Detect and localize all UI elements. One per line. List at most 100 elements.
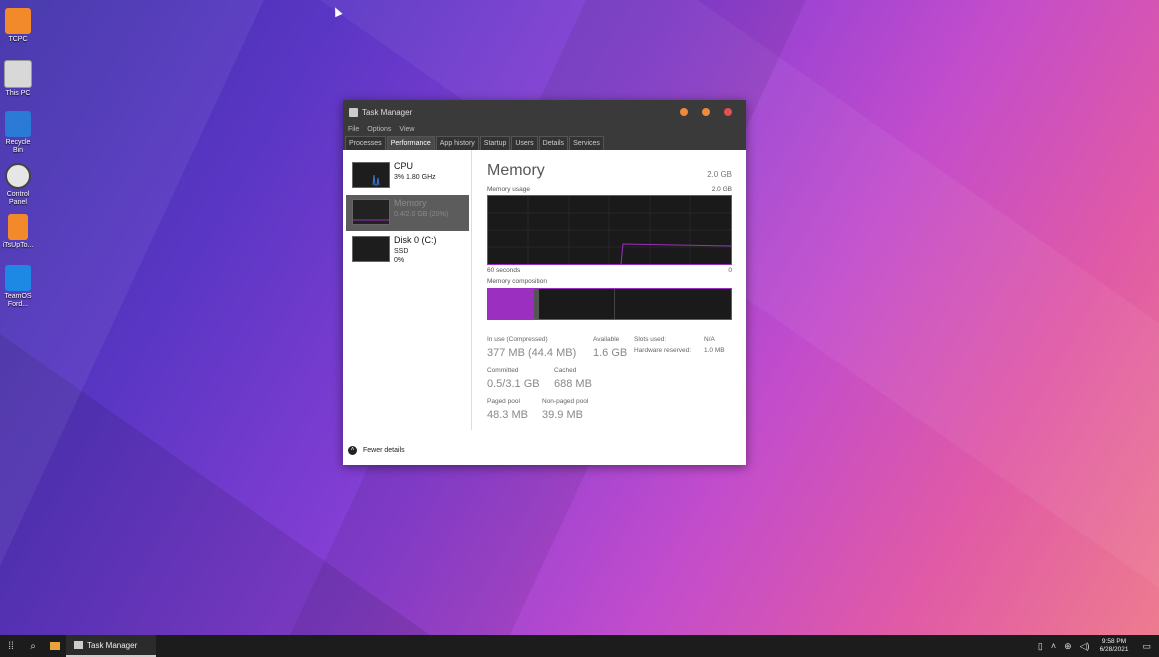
chevron-up-icon[interactable]: ˄ [1051,641,1056,651]
desktop-icon-recycle-bin[interactable]: Recycle Bin [2,111,34,155]
sidebar-item-memory[interactable]: Memory 0.4/2.0 GB (20%) [346,195,469,231]
sidebar-item-disk[interactable]: Disk 0 (C:) SSD 0% [346,232,469,268]
in-use-label: In use (Compressed) [487,336,548,343]
tab-users[interactable]: Users [511,136,538,150]
cpu-sparkline [372,174,380,186]
tab-services[interactable]: Services [569,136,604,150]
mouse-cursor [331,5,343,18]
desktop-icon-label: Recycle Bin [5,139,31,154]
computer-icon [4,60,32,88]
time-left-label: 60 seconds [487,267,521,274]
tab-processes[interactable]: Processes [345,136,386,150]
task-manager-icon [349,107,358,117]
settings-gear-icon [5,265,31,291]
committed-value: 0.5/3.1 GB [487,378,540,390]
desktop-icon-label: Control Panel [6,191,30,206]
task-manager-window: Task Manager File Options View Processes… [343,100,746,465]
memory-sparkline [353,219,389,221]
committed-label: Committed [487,367,519,374]
memory-composition-bar [487,288,732,320]
slots-value: N/A [704,336,715,343]
paged-pool-value: 48.3 MB [487,409,528,421]
menu-options[interactable]: Options [367,124,391,135]
desktop-icon-teamos[interactable]: TeamOS Ford... [2,265,34,309]
search-icon[interactable]: ⌕ [22,635,44,657]
desktop-icon-itsupto[interactable]: iTsUpTo... [2,214,34,250]
paged-pool-label: Paged pool [487,398,520,405]
available-label: Available [593,336,620,343]
desktop-icon-this-pc[interactable]: This PC [2,60,34,98]
slots-label: Slots used: [634,336,667,343]
menu-view[interactable]: View [399,124,414,135]
cached-value: 688 MB [554,378,592,390]
hw-reserved-value: 1.0 MB [704,347,725,354]
menu-bar: File Options View [343,124,746,135]
recycle-bin-icon [5,111,31,137]
sidebar-item-cpu[interactable]: CPU 3% 1.80 GHz [346,158,469,194]
time-right-label: 0 [728,267,732,274]
resource-sidebar: CPU 3% 1.80 GHz Memory 0.4/2.0 GB (20%) … [343,150,472,430]
clock-time: 9:58 PM [1101,638,1127,645]
tab-startup[interactable]: Startup [479,136,511,150]
tab-app-history[interactable]: App history [435,136,479,150]
tab-details[interactable]: Details [538,136,569,150]
memory-title: Memory [487,162,545,179]
composition-in-use [488,289,534,319]
sidebar-item-label: Memory [394,198,427,208]
clock-date: 6/28/2021 [1099,646,1129,653]
fewer-details-label: Fewer details [363,447,405,454]
disk-thumbnail-graph [352,236,390,262]
title-bar[interactable]: Task Manager [343,100,746,124]
window-title: Task Manager [362,107,413,117]
available-value: 1.6 GB [593,347,628,359]
network-icon[interactable]: ⊕ [1064,641,1072,652]
memory-usage-max: 2.0 GB [711,186,732,193]
notification-icon[interactable]: ▭ [1142,641,1151,652]
desktop-icon-label: iTsUpTo... [2,242,34,249]
taskbar-app-label: Task Manager [87,640,138,650]
memory-usage-label: Memory usage [487,186,530,193]
cpu-thumbnail-graph [352,162,390,188]
clock[interactable]: 9:58 PM 6/28/2021 [1100,638,1129,654]
sidebar-item-sub: 0% [394,257,405,264]
sidebar-item-label: Disk 0 (C:) [394,235,437,245]
menu-file[interactable]: File [348,124,359,135]
desktop-icon-label: TCPC [8,36,28,43]
cached-label: Cached [554,367,577,374]
battery-icon[interactable]: ▯ [1038,641,1043,652]
nonpaged-pool-label: Non-paged pool [542,398,589,405]
chevron-up-icon: ˄ [348,446,357,455]
tab-performance[interactable]: Performance [386,136,435,150]
performance-content: CPU 3% 1.80 GHz Memory 0.4/2.0 GB (20%) … [343,150,746,465]
desktop-icon-control-panel[interactable]: Control Panel [2,163,34,207]
composition-standby [539,289,615,319]
in-use-value: 377 MB (44.4 MB) [487,347,577,359]
memory-usage-chart [488,196,732,265]
document-icon [8,214,28,240]
taskbar-task-manager[interactable]: Task Manager [66,635,156,657]
system-tray: ▯ ˄ ⊕ ◁) 9:58 PM 6/28/2021 ▭ [1034,635,1159,657]
hw-reserved-label: Hardware reserved: [634,347,692,354]
gear-icon [5,163,31,189]
memory-usage-graph [487,195,732,265]
minimize-button[interactable] [680,108,688,116]
start-icon[interactable]: ⁞⁞ [0,635,22,657]
memory-thumbnail-graph [352,199,390,225]
desktop-icon-label: This PC [5,90,31,97]
maximize-button[interactable] [702,108,710,116]
fewer-details-button[interactable]: ˄ Fewer details [348,446,405,455]
nonpaged-pool-value: 39.9 MB [542,409,583,421]
task-manager-icon [74,641,83,649]
taskbar: ⁞⁞ ⌕ Task Manager ▯ ˄ ⊕ ◁) 9:58 PM 6/28/… [0,635,1159,657]
sidebar-item-sub: 0.4/2.0 GB (20%) [394,211,449,218]
sidebar-item-sub: SSD [394,248,409,255]
file-explorer-icon[interactable] [44,635,66,657]
folder-icon [5,8,31,34]
volume-icon[interactable]: ◁) [1080,641,1090,652]
desktop-icon-tcpc[interactable]: TCPC [2,8,34,44]
sidebar-item-label: CPU [394,161,414,171]
memory-total: 2.0 GB [707,170,732,179]
desktop-icon-label: TeamOS Ford... [4,293,32,308]
close-button[interactable] [724,108,732,116]
sidebar-item-sub: 3% 1.80 GHz [394,174,436,181]
